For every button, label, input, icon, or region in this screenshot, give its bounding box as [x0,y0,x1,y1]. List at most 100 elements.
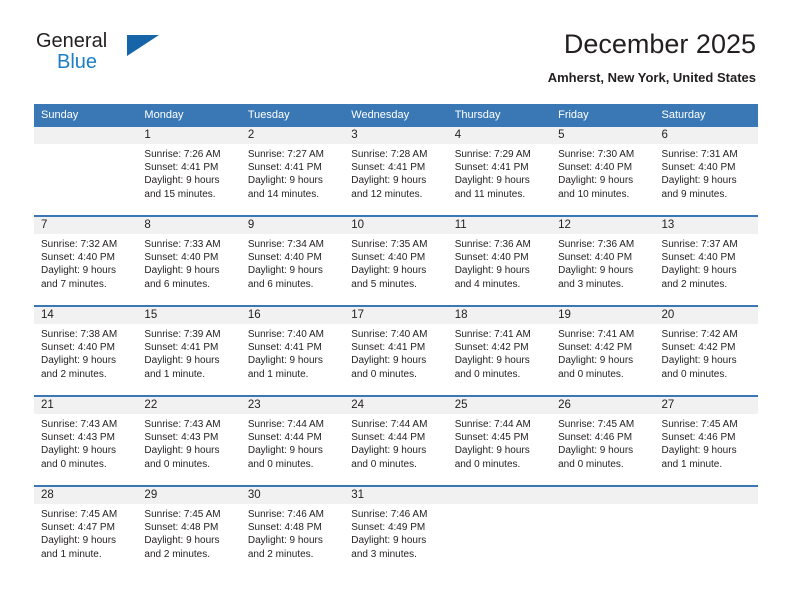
sunset-text: Sunset: 4:49 PM [351,522,426,534]
day-number: 10 [344,217,448,234]
daylight-text: Daylight: 9 hours [41,535,117,547]
day-cell[interactable]: 7 Sunrise: 7:32 AM Sunset: 4:40 PM Daylight… [34,217,138,305]
calendar-cell[interactable]: 7 Sunrise: 7:32 AM Sunset: 4:40 PM Daylight… [34,215,138,306]
day-cell[interactable]: 6 Sunrise: 7:31 AM Sunset: 4:40 PM Daylight… [654,127,758,215]
daylight-text-cont: and 1 minute. [41,548,102,560]
daylight-text: Daylight: 9 hours [144,265,220,277]
calendar-week-row: 1 Sunrise: 7:26 AM Sunset: 4:41 PM Daylight… [34,127,758,216]
calendar-cell[interactable]: 30 Sunrise: 7:46 AM Sunset: 4:48 PM Dayligh… [240,485,345,575]
day-cell[interactable]: 11 Sunrise: 7:36 AM Sunset: 4:40 PM Dayligh… [447,217,552,305]
day-cell[interactable] [551,487,655,575]
calendar-cell[interactable]: 21 Sunrise: 7:43 AM Sunset: 4:43 PM Dayligh… [34,395,138,486]
calendar-cell[interactable] [551,485,655,575]
calendar-cell[interactable]: 11 Sunrise: 7:36 AM Sunset: 4:40 PM Dayligh… [447,215,552,306]
calendar-cell[interactable]: 22 Sunrise: 7:43 AM Sunset: 4:43 PM Dayligh… [137,395,241,486]
day-cell[interactable]: 13 Sunrise: 7:37 AM Sunset: 4:40 PM Dayligh… [654,217,758,305]
calendar-cell[interactable]: 8 Sunrise: 7:33 AM Sunset: 4:40 PM Daylight… [137,215,241,306]
calendar-cell[interactable]: 18 Sunrise: 7:41 AM Sunset: 4:42 PM Dayligh… [447,305,552,396]
day-details [655,504,758,508]
daylight-text-cont: and 1 minute. [247,368,309,380]
day-cell[interactable]: 1 Sunrise: 7:26 AM Sunset: 4:41 PM Daylight… [137,127,241,215]
day-cell[interactable]: 10 Sunrise: 7:35 AM Sunset: 4:40 PM Dayligh… [344,217,448,305]
calendar-cell[interactable] [654,485,758,575]
generalblue-logo[interactable]: General Blue [36,30,176,82]
calendar-cell[interactable]: 16 Sunrise: 7:40 AM Sunset: 4:41 PM Dayligh… [240,305,345,396]
day-details [551,504,654,508]
day-number: 2 [240,127,345,144]
day-cell[interactable]: 22 Sunrise: 7:43 AM Sunset: 4:43 PM Dayligh… [137,397,241,485]
day-cell[interactable]: 29 Sunrise: 7:45 AM Sunset: 4:48 PM Dayligh… [137,487,241,575]
calendar-cell[interactable]: 12 Sunrise: 7:36 AM Sunset: 4:40 PM Dayligh… [551,215,655,306]
day-details: Sunrise: 7:44 AM Sunset: 4:44 PM Daylight:… [344,414,447,471]
calendar-cell[interactable]: 29 Sunrise: 7:45 AM Sunset: 4:48 PM Dayligh… [137,485,241,575]
day-cell[interactable]: 27 Sunrise: 7:45 AM Sunset: 4:46 PM Dayligh… [654,397,758,485]
day-cell[interactable]: 20 Sunrise: 7:42 AM Sunset: 4:42 PM Dayligh… [654,307,758,395]
calendar-cell[interactable]: 31 Sunrise: 7:46 AM Sunset: 4:49 PM Dayligh… [344,485,448,575]
calendar-cell[interactable]: 26 Sunrise: 7:45 AM Sunset: 4:46 PM Dayligh… [551,395,655,486]
day-number [34,127,138,144]
day-cell[interactable] [447,487,552,575]
day-cell[interactable]: 17 Sunrise: 7:40 AM Sunset: 4:41 PM Dayligh… [344,307,448,395]
day-cell[interactable]: 30 Sunrise: 7:46 AM Sunset: 4:48 PM Dayligh… [240,487,345,575]
day-number: 31 [344,487,448,504]
calendar-cell[interactable]: 17 Sunrise: 7:40 AM Sunset: 4:41 PM Dayligh… [344,305,448,396]
calendar-cell[interactable]: 6 Sunrise: 7:31 AM Sunset: 4:40 PM Daylight… [654,127,758,216]
day-details: Sunrise: 7:33 AM Sunset: 4:40 PM Daylight:… [137,234,240,291]
calendar-cell[interactable]: 20 Sunrise: 7:42 AM Sunset: 4:42 PM Dayligh… [654,305,758,396]
day-cell[interactable]: 14 Sunrise: 7:38 AM Sunset: 4:40 PM Dayligh… [34,307,138,395]
day-cell[interactable]: 23 Sunrise: 7:44 AM Sunset: 4:44 PM Dayligh… [240,397,345,485]
day-number: 15 [137,307,241,324]
daylight-text: Daylight: 9 hours [558,265,634,277]
calendar-week-row: 7 Sunrise: 7:32 AM Sunset: 4:40 PM Daylight… [34,215,758,306]
daylight-text: Daylight: 9 hours [558,175,634,187]
calendar-cell[interactable]: 2 Sunrise: 7:27 AM Sunset: 4:41 PM Daylight… [240,127,345,216]
day-cell[interactable]: 24 Sunrise: 7:44 AM Sunset: 4:44 PM Dayligh… [344,397,448,485]
day-cell[interactable]: 5 Sunrise: 7:30 AM Sunset: 4:40 PM Daylight… [551,127,655,215]
calendar-cell[interactable] [447,485,552,575]
day-cell[interactable]: 18 Sunrise: 7:41 AM Sunset: 4:42 PM Dayligh… [447,307,552,395]
day-cell[interactable]: 8 Sunrise: 7:33 AM Sunset: 4:40 PM Daylight… [137,217,241,305]
calendar-cell[interactable]: 24 Sunrise: 7:44 AM Sunset: 4:44 PM Dayligh… [344,395,448,486]
calendar-cell[interactable]: 14 Sunrise: 7:38 AM Sunset: 4:40 PM Dayligh… [34,305,138,396]
calendar-cell[interactable] [34,127,138,216]
day-cell[interactable]: 15 Sunrise: 7:39 AM Sunset: 4:41 PM Dayligh… [137,307,241,395]
day-cell[interactable]: 28 Sunrise: 7:45 AM Sunset: 4:47 PM Dayligh… [34,487,138,575]
calendar-cell[interactable]: 13 Sunrise: 7:37 AM Sunset: 4:40 PM Dayligh… [654,215,758,306]
day-cell[interactable]: 31 Sunrise: 7:46 AM Sunset: 4:49 PM Dayligh… [344,487,448,575]
day-details: Sunrise: 7:46 AM Sunset: 4:49 PM Daylight:… [344,504,447,561]
calendar-cell[interactable]: 25 Sunrise: 7:44 AM Sunset: 4:45 PM Dayligh… [447,395,552,486]
sunrise-text: Sunrise: 7:27 AM [247,149,324,160]
day-cell[interactable]: 21 Sunrise: 7:43 AM Sunset: 4:43 PM Dayligh… [34,397,138,485]
day-cell[interactable]: 12 Sunrise: 7:36 AM Sunset: 4:40 PM Dayligh… [551,217,655,305]
calendar-cell[interactable]: 28 Sunrise: 7:45 AM Sunset: 4:47 PM Dayligh… [34,485,138,575]
calendar-cell[interactable]: 27 Sunrise: 7:45 AM Sunset: 4:46 PM Dayligh… [654,395,758,486]
day-cell[interactable] [34,127,138,215]
calendar-cell[interactable]: 15 Sunrise: 7:39 AM Sunset: 4:41 PM Dayligh… [137,305,241,396]
daylight-text-cont: and 0 minutes. [558,368,624,380]
calendar-cell[interactable]: 9 Sunrise: 7:34 AM Sunset: 4:40 PM Daylight… [240,215,345,306]
calendar-cell[interactable]: 1 Sunrise: 7:26 AM Sunset: 4:41 PM Daylight… [137,127,241,216]
day-details: Sunrise: 7:46 AM Sunset: 4:48 PM Daylight:… [241,504,344,561]
page-header: General Blue December 2025 Amherst, New … [0,0,792,100]
calendar-cell[interactable]: 5 Sunrise: 7:30 AM Sunset: 4:40 PM Daylight… [551,127,655,216]
daylight-text: Daylight: 9 hours [661,355,737,367]
day-number: 23 [240,397,345,414]
day-number: 27 [654,397,758,414]
calendar-cell[interactable]: 19 Sunrise: 7:41 AM Sunset: 4:42 PM Dayligh… [551,305,655,396]
calendar-cell[interactable]: 4 Sunrise: 7:29 AM Sunset: 4:41 PM Daylight… [447,127,552,216]
day-cell[interactable]: 25 Sunrise: 7:44 AM Sunset: 4:45 PM Dayligh… [447,397,552,485]
day-cell[interactable]: 9 Sunrise: 7:34 AM Sunset: 4:40 PM Daylight… [240,217,345,305]
day-cell[interactable]: 26 Sunrise: 7:45 AM Sunset: 4:46 PM Dayligh… [551,397,655,485]
day-cell[interactable]: 2 Sunrise: 7:27 AM Sunset: 4:41 PM Daylight… [240,127,345,215]
calendar-cell[interactable]: 23 Sunrise: 7:44 AM Sunset: 4:44 PM Dayligh… [240,395,345,486]
day-cell[interactable]: 19 Sunrise: 7:41 AM Sunset: 4:42 PM Dayligh… [551,307,655,395]
weekday-tuesday: Tuesday [240,104,345,127]
day-cell[interactable]: 16 Sunrise: 7:40 AM Sunset: 4:41 PM Dayligh… [240,307,345,395]
day-cell[interactable] [654,487,758,575]
sunrise-text: Sunrise: 7:37 AM [661,239,738,250]
calendar-cell[interactable]: 10 Sunrise: 7:35 AM Sunset: 4:40 PM Dayligh… [344,215,448,306]
calendar-cell[interactable]: 3 Sunrise: 7:28 AM Sunset: 4:41 PM Daylight… [344,127,448,216]
day-cell[interactable]: 4 Sunrise: 7:29 AM Sunset: 4:41 PM Daylight… [447,127,552,215]
day-cell[interactable]: 3 Sunrise: 7:28 AM Sunset: 4:41 PM Daylight… [344,127,448,215]
daylight-text-cont: and 5 minutes. [351,278,417,290]
